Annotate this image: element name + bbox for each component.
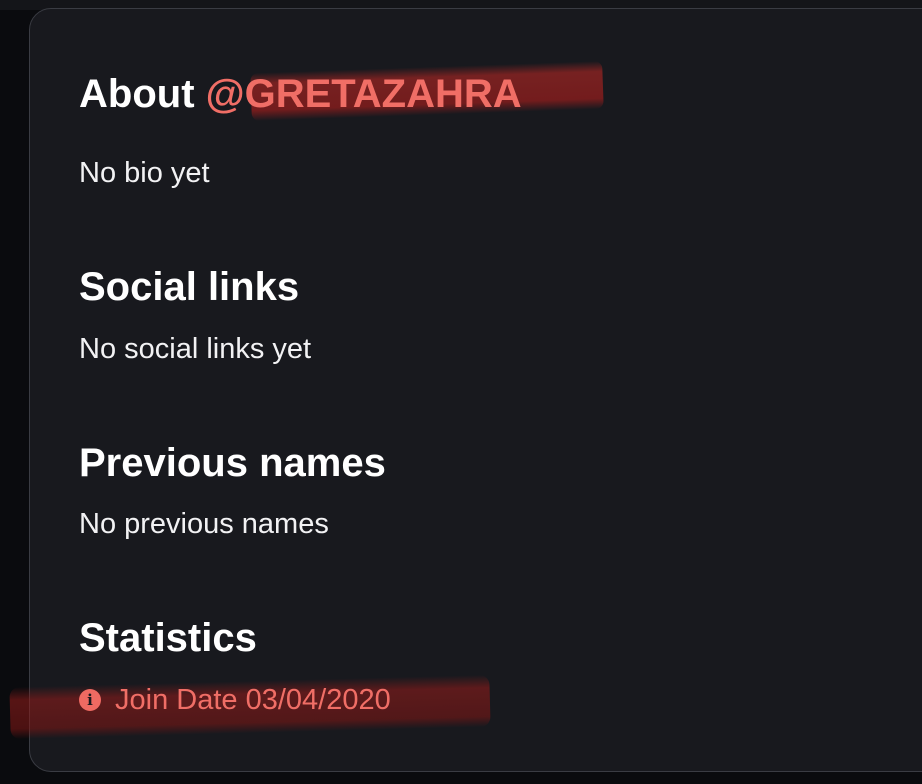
username-link[interactable]: @GRETAZAHRA	[206, 72, 522, 116]
join-date-stat: i Join Date 03/04/2020	[79, 680, 391, 720]
previous-names-heading: Previous names	[79, 441, 386, 485]
bio-text: No bio yet	[79, 157, 210, 189]
about-card: About @GRETAZAHRA No bio yet Social link…	[9, 8, 922, 772]
info-icon: i	[79, 689, 101, 711]
about-title-prefix: About	[79, 72, 206, 116]
about-heading: About @GRETAZAHRA	[79, 70, 522, 118]
social-links-heading: Social links	[79, 265, 300, 309]
page: About @GRETAZAHRA No bio yet Social link…	[0, 0, 922, 784]
social-links-empty-text: No social links yet	[79, 333, 312, 365]
statistics-heading: Statistics	[79, 616, 257, 660]
join-date-text: Join Date 03/04/2020	[115, 684, 391, 716]
previous-names-empty-text: No previous names	[79, 508, 329, 540]
